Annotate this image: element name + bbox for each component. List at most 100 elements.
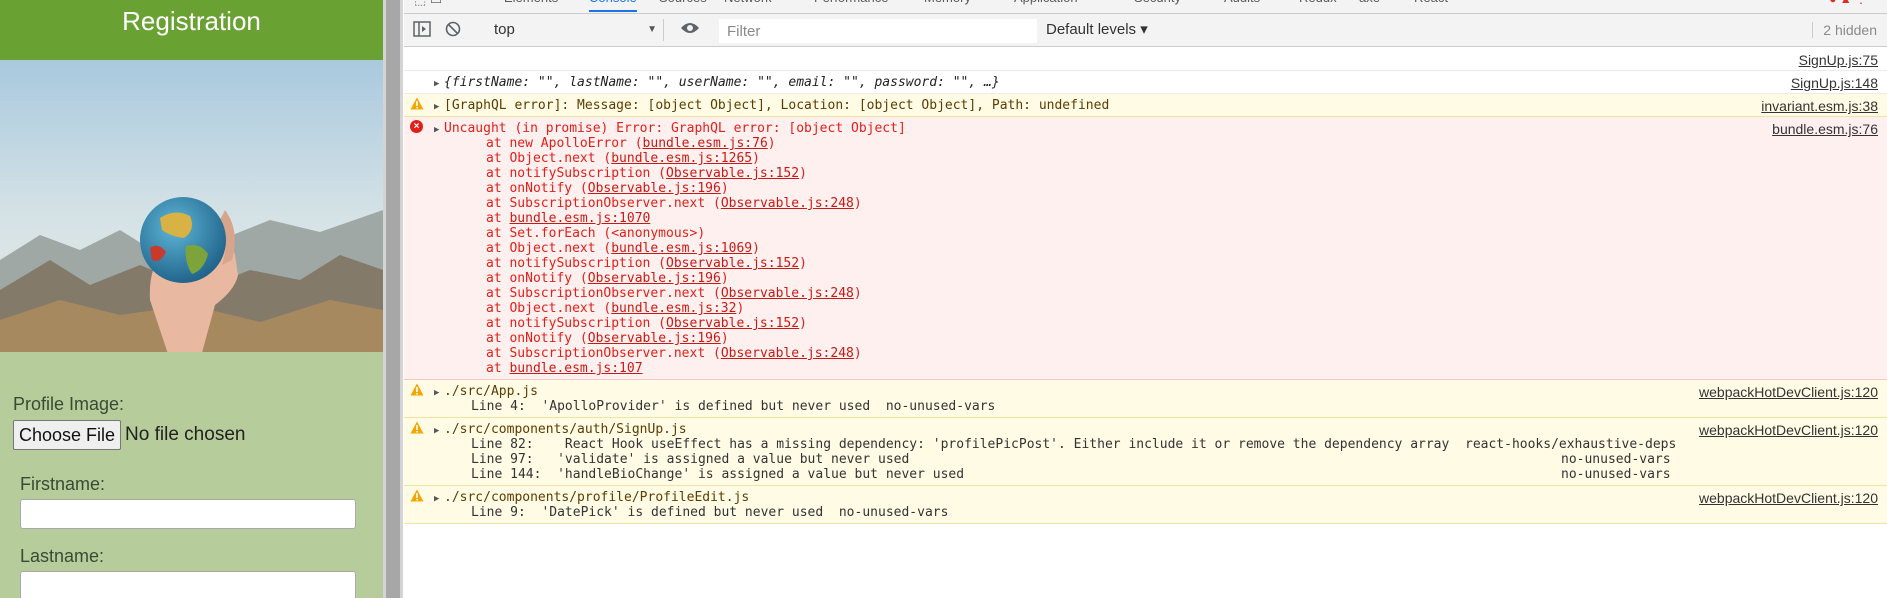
stack-frame-link[interactable]: bundle.esm.js:76 xyxy=(643,136,768,151)
context-value: top xyxy=(494,21,515,38)
message-text-line: ▶ Uncaught (in promise) Error: GraphQL er… xyxy=(434,121,1887,136)
message-text: Uncaught (in promise) Error: GraphQL err… xyxy=(444,121,906,136)
stack-frame-text: at Set.forEach (<anonymous>) xyxy=(486,226,706,241)
stack-frame-link[interactable]: bundle.esm.js:1070 xyxy=(509,211,650,226)
source-link[interactable]: bundle.esm.js:76 xyxy=(1772,121,1878,137)
tab-axe[interactable]: axe xyxy=(1359,0,1380,12)
stack-frame-link[interactable]: Observable.js:152 xyxy=(666,316,799,331)
lint-rule: no-unused-vars xyxy=(1561,452,1671,467)
stack-frame-link[interactable]: bundle.esm.js:1069 xyxy=(611,241,752,256)
lint-line: Line 82: React Hook useEffect has a miss… xyxy=(471,437,1887,452)
stack-frame-link[interactable]: bundle.esm.js:1265 xyxy=(611,151,752,166)
stack-frame-text: at SubscriptionObserver.next ( xyxy=(486,346,721,361)
message-text: ./src/components/profile/ProfileEdit.js xyxy=(444,490,750,505)
stack-frame: at Object.next (bundle.esm.js:1265) xyxy=(486,151,1887,166)
stack-frame: at onNotify (Observable.js:196) xyxy=(486,181,1887,196)
sidebar-toggle-icon[interactable] xyxy=(412,21,432,41)
lint-text: Line 82: React Hook useEffect has a miss… xyxy=(471,437,1677,452)
expand-triangle-icon[interactable]: ▶ xyxy=(434,77,444,92)
lint-text: Line 4: 'ApolloProvider' is defined but … xyxy=(471,399,996,414)
stack-frame-link[interactable]: Observable.js:196 xyxy=(588,271,721,286)
tab-console[interactable]: Console xyxy=(589,0,637,12)
expand-triangle-icon[interactable]: ▶ xyxy=(434,123,444,138)
chevron-down-icon: ▼ xyxy=(647,24,657,35)
hero-image xyxy=(0,60,383,352)
source-link[interactable]: webpackHotDevClient.js:120 xyxy=(1699,490,1878,506)
firstname-input[interactable] xyxy=(20,499,356,529)
tab-redux[interactable]: Redux xyxy=(1299,0,1337,12)
lint-text: Line 144: 'handleBioChange' is assigned … xyxy=(471,467,965,482)
console-message: ▶ ./src/components/profile/ProfileEdit.js… xyxy=(404,486,1887,524)
page-scrollbar-thumb[interactable] xyxy=(386,0,400,598)
tab-memory[interactable]: Memory xyxy=(924,0,971,12)
expand-triangle-icon[interactable]: ▶ xyxy=(434,492,444,507)
lint-details: Line 4: 'ApolloProvider' is defined but … xyxy=(434,399,1887,414)
expand-triangle-icon[interactable]: ▶ xyxy=(434,424,444,439)
message-text-line: ▶ ./src/App.js xyxy=(434,384,1887,399)
tab-application[interactable]: Application xyxy=(1014,0,1078,12)
tab-sources[interactable]: Sources xyxy=(659,0,707,12)
stack-frame-suffix: ) xyxy=(853,286,862,301)
expand-triangle-icon[interactable]: ▶ xyxy=(434,386,444,401)
filter-input[interactable] xyxy=(719,19,1037,43)
stack-frame-text: at notifySubscription ( xyxy=(486,256,667,271)
app-header: Registration xyxy=(0,0,383,60)
stack-frame-link[interactable]: Observable.js:248 xyxy=(721,346,854,361)
tab-network[interactable]: Network xyxy=(724,0,772,12)
tab-performance[interactable]: Performance xyxy=(814,0,888,12)
execution-context-select[interactable]: top ▼ xyxy=(490,19,664,41)
tab-react[interactable]: React xyxy=(1414,0,1448,12)
warning-icon xyxy=(410,383,424,396)
tab-elements[interactable]: Elements xyxy=(504,0,558,12)
devtools-panel: ⬚ ▭ Elements Console Sources Network Perform… xyxy=(404,0,1887,598)
error-counter-icon[interactable]: ● ▲ ⋮ xyxy=(1829,0,1867,6)
source-link[interactable]: webpackHotDevClient.js:120 xyxy=(1699,384,1878,400)
inspect-icon[interactable]: ⬚ ▭ xyxy=(414,0,442,8)
stack-frame-link[interactable]: Observable.js:196 xyxy=(588,181,721,196)
log-levels-dropdown[interactable]: Default levels ▾ xyxy=(1042,20,1152,40)
clear-console-icon[interactable] xyxy=(443,21,463,41)
message-text: [GraphQL error]: Message: [object Object… xyxy=(444,98,1110,113)
warning-icon xyxy=(410,421,424,434)
source-link[interactable]: invariant.esm.js:38 xyxy=(1761,98,1878,114)
message-text: ./src/components/auth/SignUp.js xyxy=(444,422,687,437)
stack-frame-text: at SubscriptionObserver.next ( xyxy=(486,196,721,211)
stack-frame-link[interactable]: Observable.js:248 xyxy=(721,196,854,211)
tab-security[interactable]: Security xyxy=(1134,0,1181,12)
tab-audits[interactable]: Audits xyxy=(1224,0,1260,12)
stack-frame-suffix: ) xyxy=(799,166,807,181)
message-text-line: ▶ ./src/components/auth/SignUp.js xyxy=(434,422,1887,437)
stack-frame: at notifySubscription (Observable.js:152… xyxy=(486,256,1887,271)
stack-frame-link[interactable]: Observable.js:196 xyxy=(588,331,721,346)
choose-file-button[interactable]: Choose File xyxy=(13,420,122,450)
message-text: {firstName: "", lastName: "", userName: … xyxy=(444,75,1000,90)
console-toolbar: top ▼ Default levels ▾ 2 hidden xyxy=(404,14,1887,47)
console-message: ▶ ./src/App.js Line 4: 'ApolloProvider' is… xyxy=(404,380,1887,418)
stack-frame: at SubscriptionObserver.next (Observable… xyxy=(486,286,1887,301)
stack-frame-link[interactable]: Observable.js:248 xyxy=(721,286,854,301)
lint-details: Line 9: 'DatePick' is defined but never … xyxy=(434,505,1887,520)
expand-triangle-icon[interactable]: ▶ xyxy=(434,100,444,115)
lastname-input[interactable] xyxy=(20,571,356,598)
source-link[interactable]: SignUp.js:75 xyxy=(1799,52,1878,68)
stack-frame-link[interactable]: Observable.js:152 xyxy=(666,166,799,181)
stack-frame: at Object.next (bundle.esm.js:1069) xyxy=(486,241,1887,256)
stack-frame-suffix: ) xyxy=(853,196,862,211)
stack-frame: at new ApolloError (bundle.esm.js:76) xyxy=(486,136,1887,151)
stack-frame-text: at onNotify ( xyxy=(486,181,588,196)
stack-frame-link[interactable]: bundle.esm.js:107 xyxy=(509,361,642,376)
lint-text: Line 97: 'validate' is assigned a value … xyxy=(471,452,910,467)
page-title: Registration xyxy=(122,6,261,36)
lint-line: Line 9: 'DatePick' is defined but never … xyxy=(471,505,1887,520)
stack-frame-link[interactable]: Observable.js:152 xyxy=(666,256,799,271)
stack-frame-text: at notifySubscription ( xyxy=(486,316,667,331)
stack-frame-text: at Object.next ( xyxy=(486,301,612,316)
stack-frame-text: at Object.next ( xyxy=(486,241,612,256)
stack-frame-link[interactable]: bundle.esm.js:32 xyxy=(611,301,736,316)
console-messages: SignUp.js:75 ▶ {firstName: "", lastName: "… xyxy=(404,48,1887,598)
stack-frame: at onNotify (Observable.js:196) xyxy=(486,271,1887,286)
eye-icon[interactable] xyxy=(680,21,700,41)
source-link[interactable]: webpackHotDevClient.js:120 xyxy=(1699,422,1878,438)
source-link[interactable]: SignUp.js:148 xyxy=(1791,75,1878,91)
stack-frame: at SubscriptionObserver.next (Observable… xyxy=(486,196,1887,211)
